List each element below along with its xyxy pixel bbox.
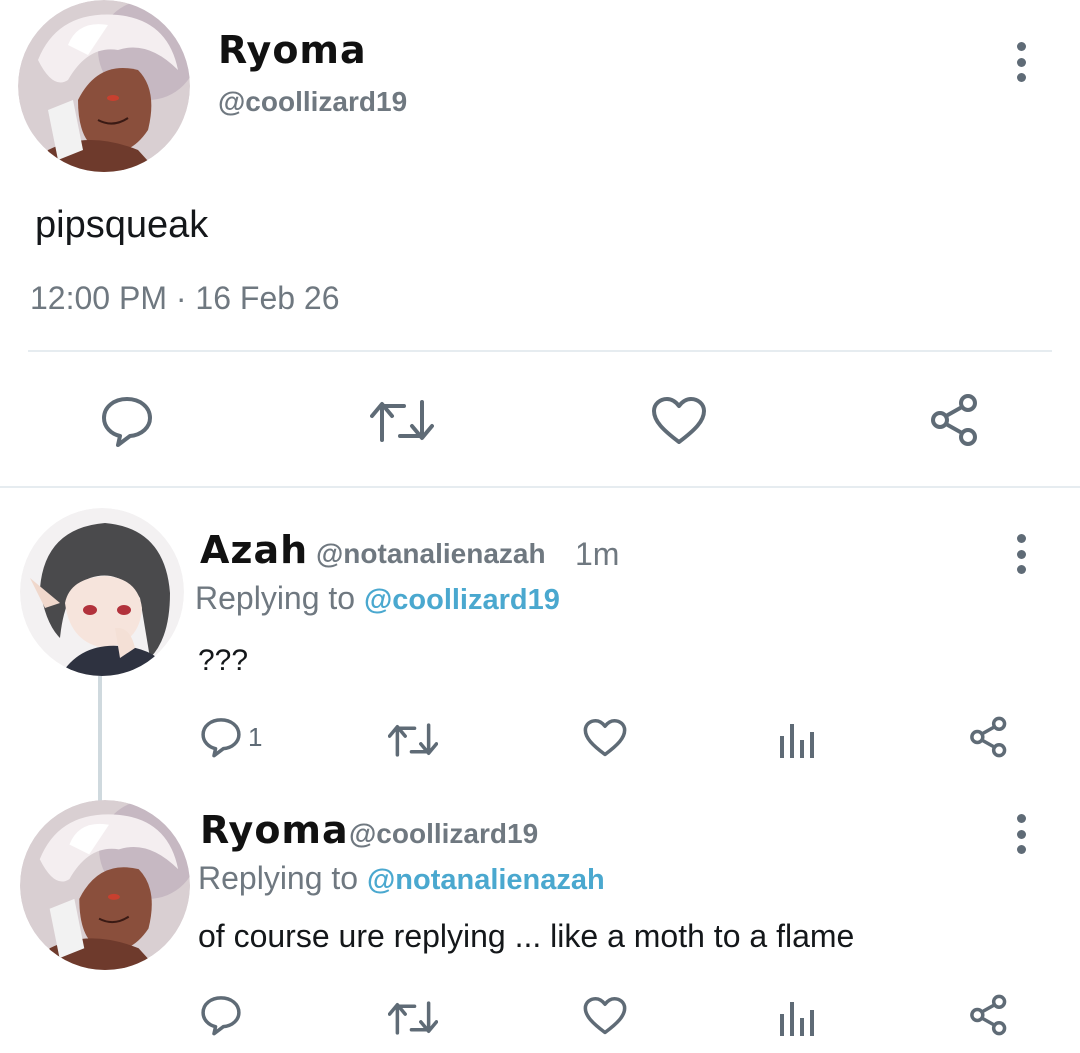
like-icon[interactable] xyxy=(583,996,627,1036)
main-tweet-handle[interactable]: @coollizard19 xyxy=(218,86,407,118)
main-tweet-timestamp: 12:00 PM · 16 Feb 26 xyxy=(30,280,340,316)
like-icon[interactable] xyxy=(583,718,627,758)
main-tweet-text: pipsqueak xyxy=(35,204,209,246)
reply-avatar[interactable] xyxy=(20,508,184,676)
avatar-white-hair-icon xyxy=(18,0,190,172)
reply-icon[interactable] xyxy=(200,994,242,1036)
retweet-icon[interactable] xyxy=(370,398,434,444)
retweet-icon[interactable] xyxy=(388,1000,438,1036)
reply-more-icon[interactable] xyxy=(1011,814,1031,854)
share-icon[interactable] xyxy=(968,716,1010,758)
reply-replying-to: Replying to @notanalienazah xyxy=(198,860,605,897)
replying-to-handle-link[interactable]: @coollizard19 xyxy=(364,584,560,616)
reply-text: of course ure replying ... like a moth t… xyxy=(198,918,855,954)
retweet-icon[interactable] xyxy=(388,722,438,758)
analytics-icon[interactable] xyxy=(778,718,816,758)
reply-count: 1 xyxy=(248,721,263,752)
main-tweet-display-name[interactable]: Ryoma xyxy=(218,28,367,72)
share-icon[interactable] xyxy=(928,393,982,447)
reply-time: 1m xyxy=(575,536,620,572)
reply-avatar[interactable] xyxy=(20,800,190,970)
main-tweet-more-icon[interactable] xyxy=(1011,42,1031,82)
main-tweet-divider xyxy=(28,350,1052,352)
reply-handle[interactable]: @notanalienazah xyxy=(316,538,546,570)
main-tweet-bottom-divider xyxy=(0,486,1080,488)
reply-icon xyxy=(201,718,241,758)
analytics-icon[interactable] xyxy=(778,996,816,1036)
reply-replying-to: Replying to @coollizard19 xyxy=(195,580,560,617)
avatar-white-hair-icon xyxy=(20,800,190,970)
reply-icon[interactable] xyxy=(100,394,154,448)
reply-display-name[interactable]: Azah xyxy=(200,528,308,572)
replying-to-label: Replying to xyxy=(195,580,356,616)
thread-connector-line xyxy=(98,676,102,802)
reply-text: ??? xyxy=(198,644,249,677)
reply-display-name[interactable]: Ryoma xyxy=(200,808,349,852)
replying-to-handle-link[interactable]: @notanalienazah xyxy=(367,864,605,896)
main-tweet-avatar[interactable] xyxy=(18,0,190,172)
reply-handle[interactable]: @coollizard19 xyxy=(349,818,538,850)
share-icon[interactable] xyxy=(968,994,1010,1036)
avatar-grey-hair-icon xyxy=(20,508,184,676)
reply-more-icon[interactable] xyxy=(1011,534,1031,574)
reply-reply-button[interactable]: 1 xyxy=(200,716,262,758)
replying-to-label: Replying to xyxy=(198,860,359,896)
like-icon[interactable] xyxy=(651,396,707,446)
